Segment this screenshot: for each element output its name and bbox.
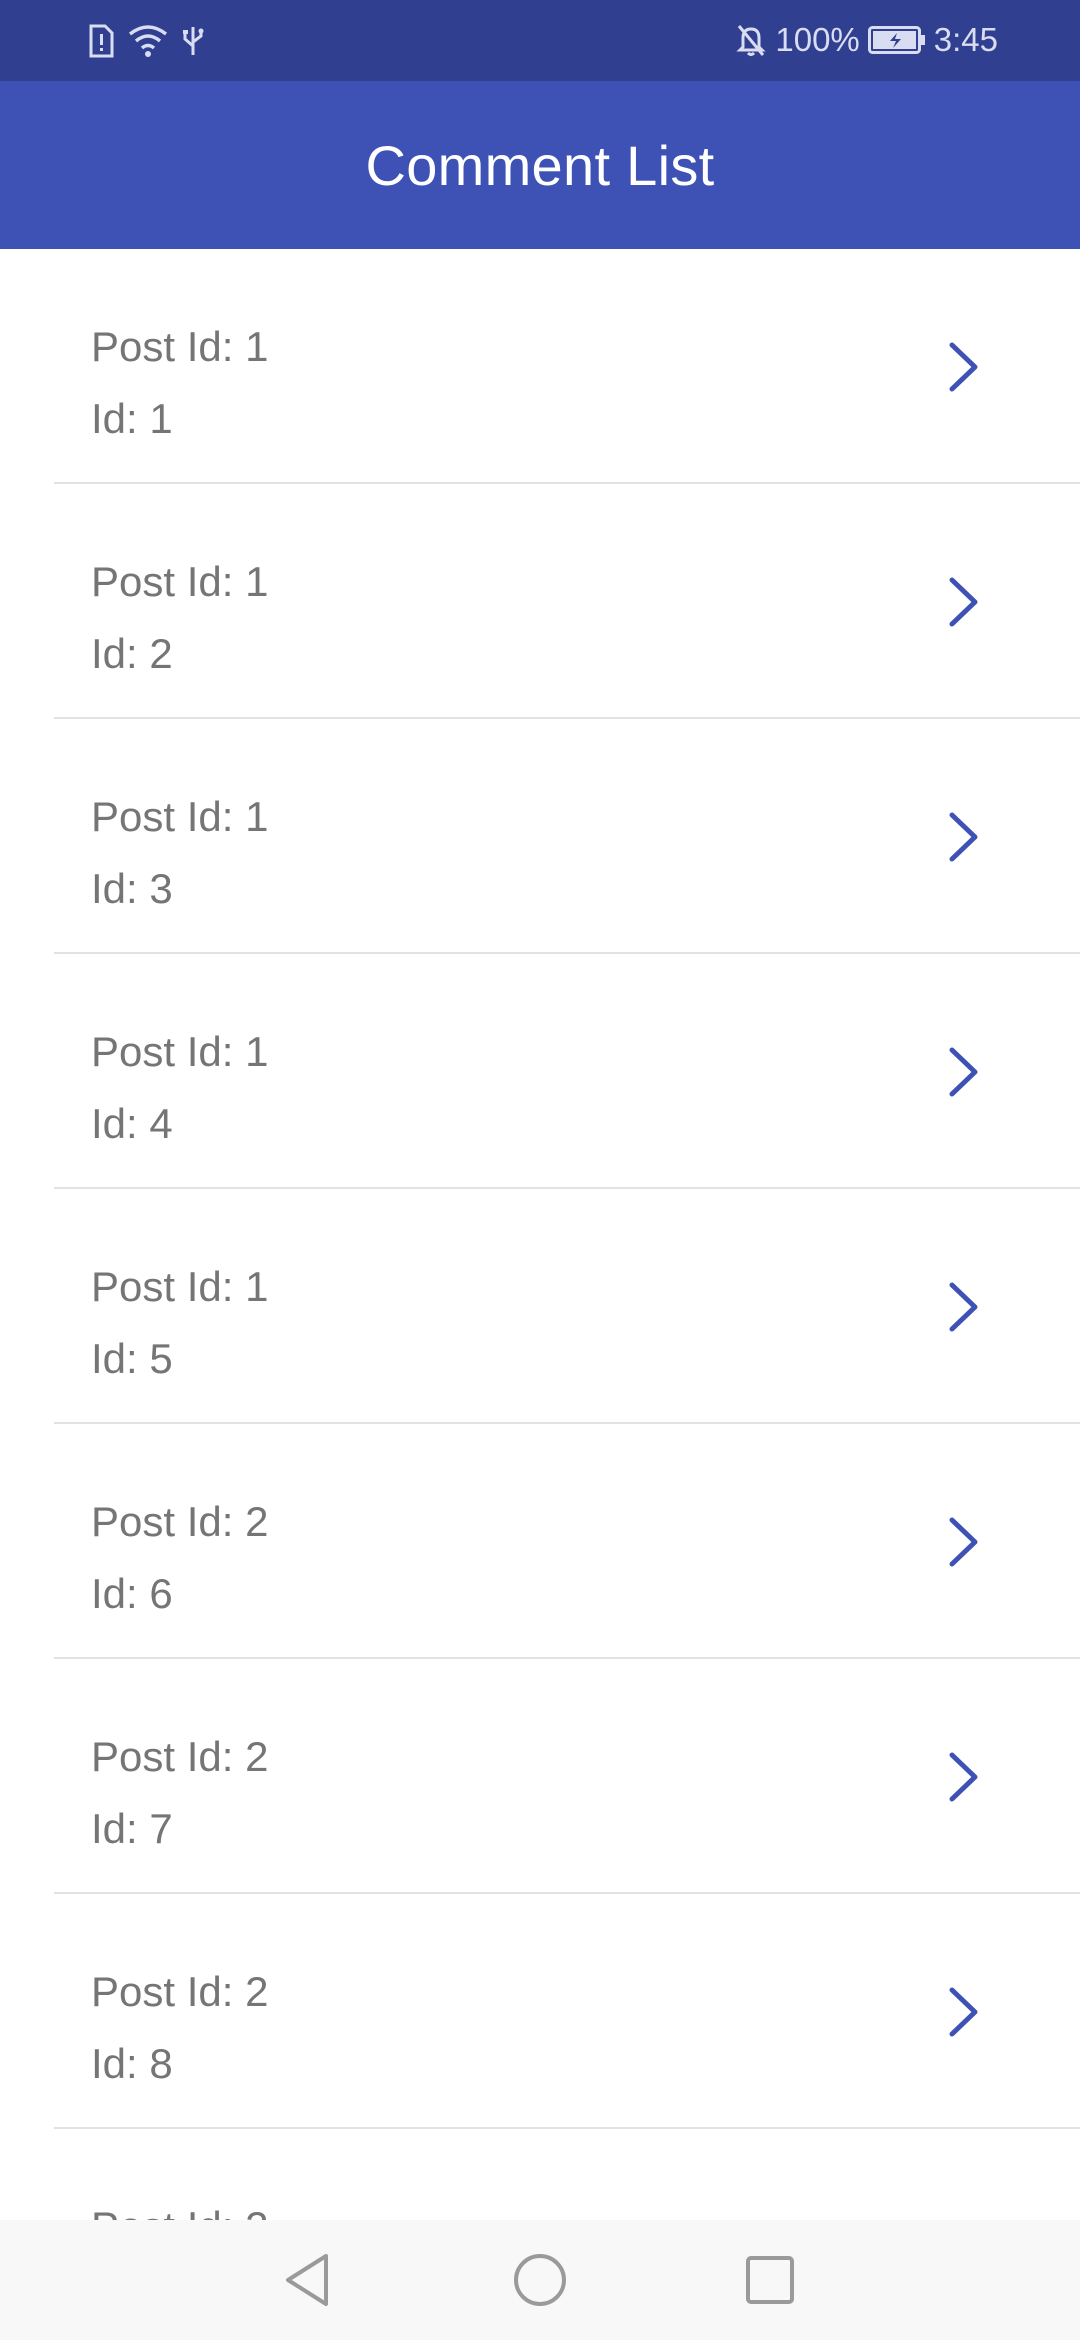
chevron-right-icon [949,577,978,627]
item-text: Post Id: 1 Id: 1 [91,311,268,455]
wifi-icon [128,24,168,58]
post-id-label: Post Id: 1 [91,793,269,840]
post-id-label: Post Id: 1 [91,1028,269,1075]
post-id-label: Post Id: 2 [91,1498,269,1545]
item-text: Post Id: 1 Id: 3 [91,781,268,925]
post-id-label: Post Id: 1 [91,558,269,605]
chevron-right-icon [949,1282,978,1332]
comment-id-label: Id: 1 [91,395,173,442]
page-title: Comment List [365,133,715,197]
chevron-right-icon [949,342,978,392]
list-item[interactable]: Post Id: 1 Id: 3 [0,719,1080,954]
battery-percent: 100% [775,21,860,58]
home-icon[interactable] [510,2250,570,2310]
comment-id-label: Id: 2 [91,630,173,677]
status-bar: 100% 3:45 [0,0,1080,81]
status-left-icons [88,20,204,62]
back-icon[interactable] [278,2250,338,2310]
item-text: Post Id: 2 Id: 6 [91,1486,268,1630]
item-text: Post Id: 1 Id: 5 [91,1251,268,1395]
comment-list: Post Id: 1 Id: 1 Post Id: 1 Id: 2 Post I… [0,249,1080,2340]
battery-charging-icon [867,26,926,54]
clock: 3:45 [933,21,998,58]
list-item[interactable]: Post Id: 2 Id: 7 [0,1659,1080,1894]
comment-id-label: Id: 8 [91,2040,173,2087]
chevron-right-icon [949,1047,978,1097]
navigation-bar [0,2220,1080,2340]
item-text: Post Id: 2 Id: 8 [91,1956,268,2100]
recents-icon[interactable] [740,2250,800,2310]
item-text: Post Id: 1 Id: 2 [91,546,268,690]
post-id-label: Post Id: 1 [91,1263,269,1310]
comment-id-label: Id: 3 [91,865,173,912]
list-item[interactable]: Post Id: 1 Id: 1 [0,249,1080,484]
notifications-off-icon [735,23,767,57]
list-item[interactable]: Post Id: 1 Id: 2 [0,484,1080,719]
list-item[interactable]: Post Id: 2 Id: 8 [0,1894,1080,2129]
sim-alert-icon [88,24,114,58]
chevron-right-icon [949,1987,978,2037]
post-id-label: Post Id: 1 [91,323,269,370]
list-item[interactable]: Post Id: 1 Id: 5 [0,1189,1080,1424]
screen: 100% 3:45 Comment List Post Id: 1 Id: 1 [0,0,1080,2340]
post-id-label: Post Id: 2 [91,1968,269,2015]
item-text: Post Id: 2 Id: 7 [91,1721,268,1865]
status-right-icons: 100% 3:45 [735,18,998,62]
app-bar: Comment List [0,81,1080,249]
list-item[interactable]: Post Id: 2 Id: 6 [0,1424,1080,1659]
post-id-label: Post Id: 2 [91,1733,269,1780]
chevron-right-icon [949,1517,978,1567]
usb-icon [182,24,204,58]
list-item[interactable]: Post Id: 1 Id: 4 [0,954,1080,1189]
comment-id-label: Id: 6 [91,1570,173,1617]
chevron-right-icon [949,1752,978,1802]
comment-id-label: Id: 4 [91,1100,173,1147]
comment-id-label: Id: 5 [91,1335,173,1382]
chevron-right-icon [949,812,978,862]
comment-id-label: Id: 7 [91,1805,173,1852]
item-text: Post Id: 1 Id: 4 [91,1016,268,1160]
